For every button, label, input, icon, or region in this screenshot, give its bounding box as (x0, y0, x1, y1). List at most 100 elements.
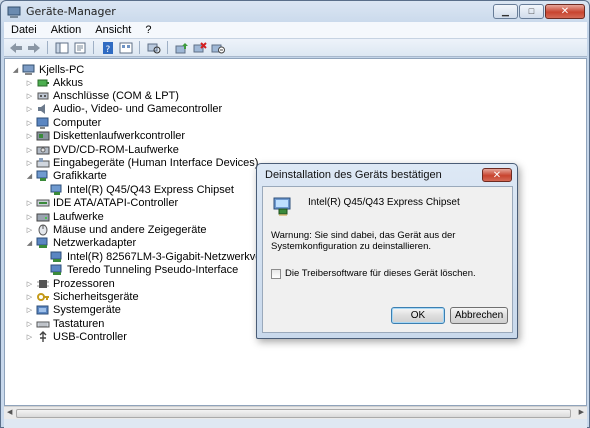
tree-item-label: Mäuse und andere Zeigegeräte (53, 223, 207, 236)
category-netzwerkadapter[interactable]: ◢ Netzwerkadapter (25, 237, 136, 250)
minimize-button[interactable]: ▁ (493, 4, 518, 19)
expander-icon[interactable]: ▷ (25, 213, 34, 221)
dvd-drive-icon (36, 146, 50, 154)
category-grafikkarte[interactable]: ◢ Grafikkarte (25, 170, 107, 183)
tree-item-label: Prozessoren (53, 277, 115, 290)
tree-item-label: Computer (53, 116, 102, 129)
close-button[interactable]: ✕ (545, 4, 585, 19)
tree-item-label: Eingabegeräte (Human Interface Devices) (53, 156, 259, 169)
category-usb-controller[interactable]: ▷ USB-Controller (25, 331, 127, 344)
category-m-use-und-andere-zeigeger-te[interactable]: ▷ Mäuse und andere Zeigegeräte (25, 223, 207, 236)
forward-icon[interactable] (26, 41, 41, 55)
scroll-right-icon[interactable]: ▶ (579, 408, 584, 416)
display-adapter-icon (36, 170, 48, 182)
expander-icon[interactable]: ▷ (25, 226, 34, 234)
device-item-teredo-tunneling-pseudo-interface[interactable]: Teredo Tunneling Pseudo-Interface (39, 264, 238, 277)
expander-icon[interactable]: ▷ (25, 119, 34, 127)
view-icon[interactable] (118, 41, 133, 55)
ok-button[interactable]: OK (391, 307, 445, 324)
scroll-left-icon[interactable]: ◀ (7, 408, 12, 416)
menu-help[interactable]: ? (138, 24, 158, 36)
properties-icon[interactable] (72, 41, 87, 55)
display-adapter-icon (50, 184, 62, 195)
expander-icon[interactable]: ◢ (25, 239, 34, 247)
window-title: Geräte-Manager (26, 5, 116, 18)
expander-icon[interactable]: ◢ (25, 172, 34, 180)
category-akkus[interactable]: ▷ Akkus (25, 76, 83, 89)
expander-icon[interactable]: ◢ (11, 66, 20, 74)
port-icon (37, 92, 49, 100)
tree-item-label: DVD/CD-ROM-Laufwerke (53, 143, 179, 156)
dialog-close-button[interactable]: ✕ (482, 168, 512, 182)
category-sicherheitsger-te[interactable]: ▷ Sicherheitsgeräte (25, 290, 139, 303)
expander-icon[interactable]: ▷ (25, 92, 34, 100)
delete-driver-option[interactable]: Die Treibersoftware für dieses Gerät lös… (271, 268, 476, 279)
device-manager-icon (7, 6, 21, 18)
menu-datei[interactable]: Datei (4, 24, 44, 36)
delete-driver-label: Die Treibersoftware für dieses Gerät lös… (285, 268, 476, 279)
delete-driver-checkbox[interactable] (271, 268, 281, 279)
toolbar-separator (47, 41, 48, 54)
tree-root-label: Kjells-PC (39, 63, 85, 76)
help-icon[interactable]: ? (100, 41, 115, 55)
warning-text: Warnung: Sie sind dabei, das Gerät aus d… (271, 230, 456, 252)
expander-icon[interactable]: ▷ (25, 105, 34, 113)
show-hide-console-tree-icon[interactable] (54, 41, 69, 55)
computer-icon (22, 64, 35, 75)
disk-drive-icon (36, 213, 50, 221)
keyboard-icon (36, 321, 50, 328)
uninstall-icon[interactable] (192, 41, 207, 55)
expander-icon[interactable]: ▷ (25, 146, 34, 154)
computer-icon (36, 117, 49, 129)
category-anschl-sse-com-lpt[interactable]: ▷ Anschlüsse (COM & LPT) (25, 89, 179, 102)
expander-icon[interactable]: ▷ (25, 320, 34, 328)
expander-icon[interactable]: ▷ (25, 306, 34, 314)
category-audio-video-und-gamecontroller[interactable]: ▷ Audio-, Video- und Gamecontroller (25, 103, 222, 116)
cancel-button[interactable]: Abbrechen (450, 307, 508, 324)
toolbar: ? (4, 39, 587, 57)
category-prozessoren[interactable]: ▷ Prozessoren (25, 277, 115, 290)
expander-icon[interactable]: ▷ (25, 132, 34, 140)
menu-aktion[interactable]: Aktion (44, 24, 89, 36)
scan-hardware-icon[interactable] (146, 41, 161, 55)
expander-icon[interactable]: ▷ (25, 79, 34, 87)
tree-item-label: Netzwerkadapter (53, 237, 137, 250)
category-dvd-cd-rom-laufwerke[interactable]: ▷ DVD/CD-ROM-Laufwerke (25, 143, 179, 156)
category-ide-ata-atapi-controller[interactable]: ▷ IDE ATA/ATAPI-Controller (25, 197, 178, 210)
system-device-icon (36, 305, 49, 315)
category-laufwerke[interactable]: ▷ Laufwerke (25, 210, 104, 223)
network-adapter-icon (50, 251, 62, 262)
expander-icon[interactable]: ▷ (25, 293, 34, 301)
tree-root-kjells-pc[interactable]: ◢ Kjells-PC (11, 63, 84, 76)
back-icon[interactable] (8, 41, 23, 55)
expander-icon[interactable]: ▷ (25, 333, 34, 341)
usb-icon (39, 331, 47, 343)
device-item-intel-r-q45-q43-express-chipset[interactable]: Intel(R) Q45/Q43 Express Chipset (39, 183, 234, 196)
tree-item-label: Anschlüsse (COM & LPT) (53, 89, 179, 102)
hid-icon (36, 157, 50, 168)
disable-icon[interactable] (210, 41, 225, 55)
tree-item-label: Audio-, Video- und Gamecontroller (53, 103, 223, 116)
category-tastaturen[interactable]: ▷ Tastaturen (25, 317, 105, 330)
status-bar (4, 419, 587, 428)
svg-text:?: ? (105, 45, 110, 54)
expander-icon[interactable]: ▷ (25, 199, 34, 207)
category-computer[interactable]: ▷ Computer (25, 116, 101, 129)
maximize-button[interactable]: □ (519, 4, 544, 19)
scrollbar-thumb[interactable] (16, 409, 571, 418)
title-bar[interactable]: Geräte-Manager ▁ □ ✕ (1, 1, 589, 22)
update-driver-icon[interactable] (174, 41, 189, 55)
device-name: Intel(R) Q45/Q43 Express Chipset (308, 197, 460, 208)
category-systemger-te[interactable]: ▷ Systemgeräte (25, 304, 121, 317)
ide-controller-icon (36, 199, 50, 207)
expander-icon[interactable]: ▷ (25, 280, 34, 288)
tree-item-label: Systemgeräte (53, 304, 121, 317)
tree-item-label: Teredo Tunneling Pseudo-Interface (67, 264, 239, 277)
category-eingabeger-te-human-interface-devices[interactable]: ▷ Eingabegeräte (Human Interface Devices) (25, 156, 259, 169)
toolbar-separator (139, 41, 140, 54)
dialog-title: Deinstallation des Geräts bestätigen (265, 169, 442, 181)
expander-icon[interactable]: ▷ (25, 159, 34, 167)
category-diskettenlaufwerkcontroller[interactable]: ▷ Diskettenlaufwerkcontroller (25, 130, 185, 143)
horizontal-scrollbar[interactable]: ◀ ▶ (4, 406, 587, 419)
menu-ansicht[interactable]: Ansicht (88, 24, 138, 36)
